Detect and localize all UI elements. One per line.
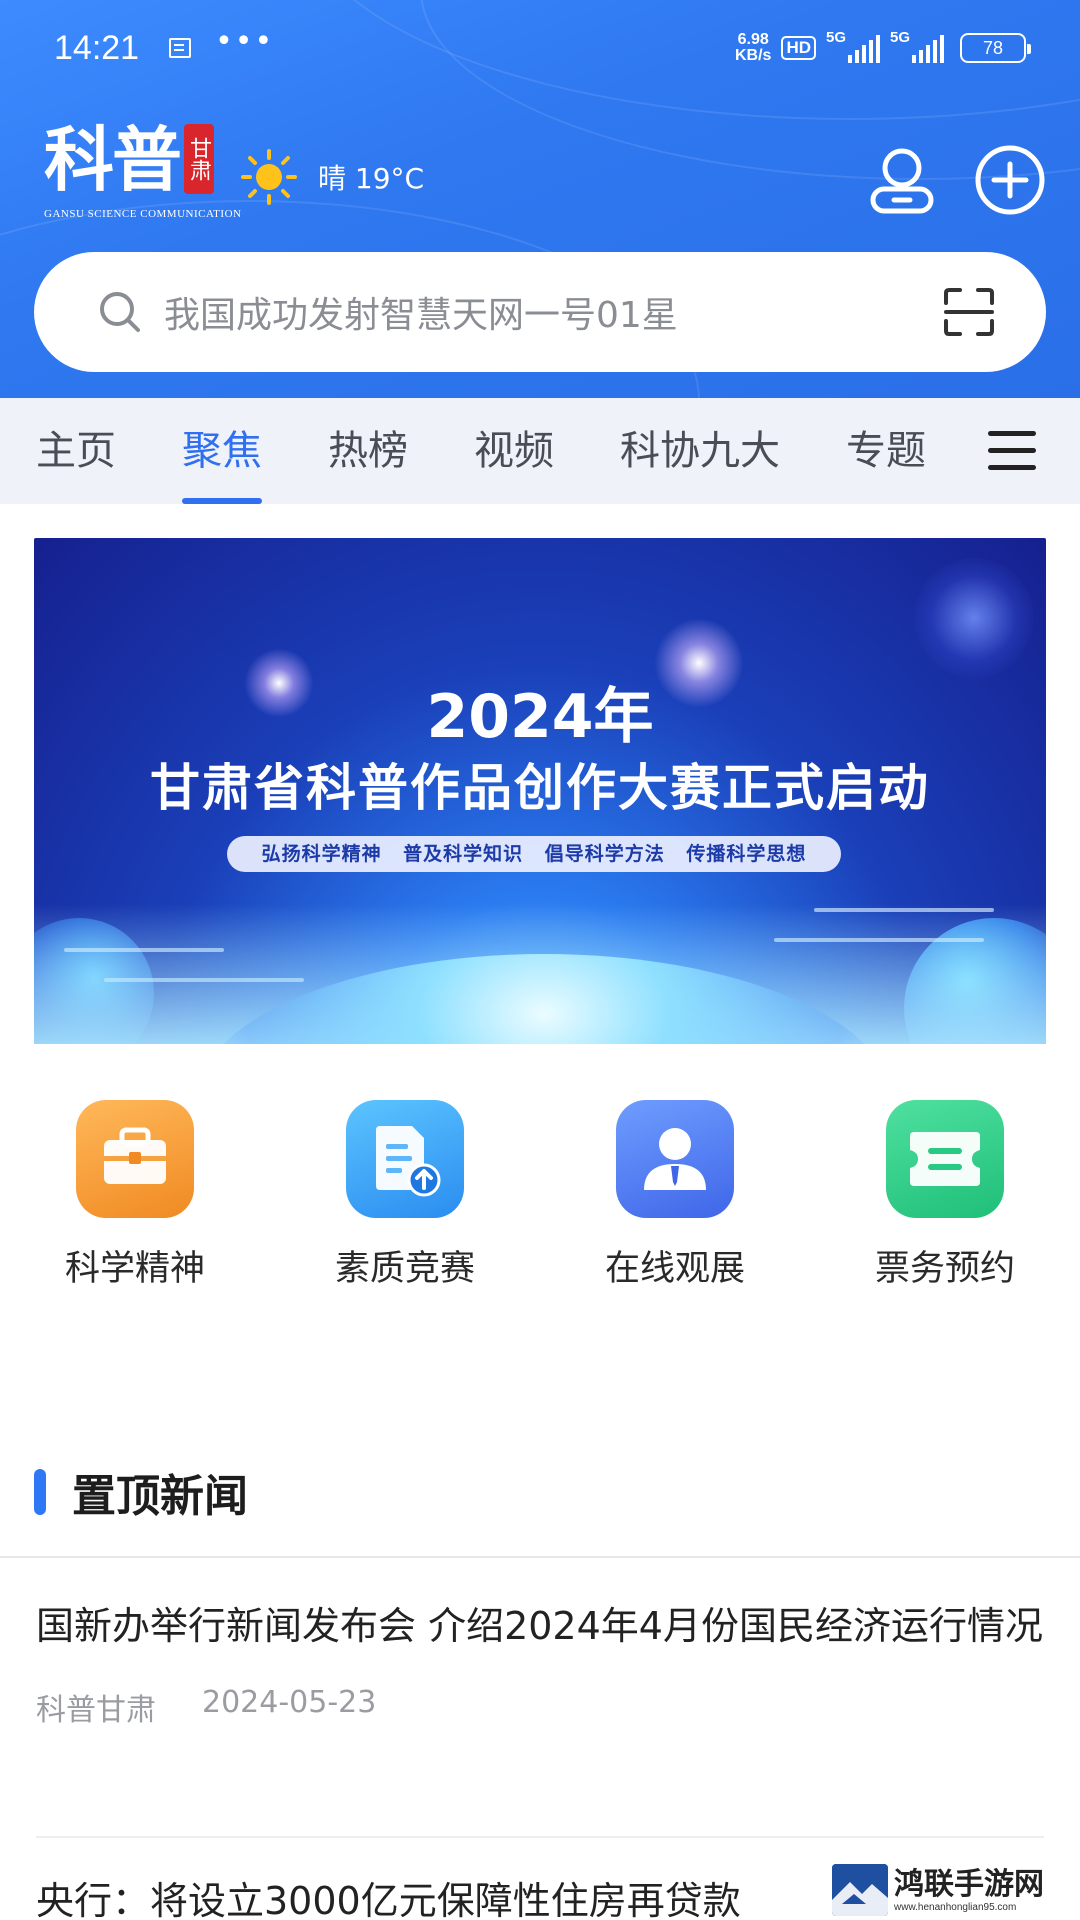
search-bar[interactable]: 我国成功发射智慧天网一号01星 [34, 252, 1046, 372]
banner-slogan: 弘扬科学精神 普及科学知识 倡导科学方法 传播科学思想 [227, 836, 841, 872]
ticket-icon [886, 1100, 1004, 1218]
weather-text: 晴 19°C [318, 162, 425, 195]
category-tabs: 主页 聚焦 热榜 视频 科协九大 专题 [0, 398, 1080, 504]
quick-entry-online-exhibition[interactable]: 在线观展 [540, 1100, 810, 1291]
banner-year: 2024年 [426, 682, 654, 752]
news-date: 2024-05-23 [202, 1685, 377, 1720]
header: 14:21 ••• 6.98 KB/s HD 5G 5G 78 科普 甘肃 GA… [0, 0, 1080, 398]
watermark-name: 鸿联手游网 [894, 1866, 1044, 1902]
divider [36, 1836, 1044, 1838]
tab-special-topics[interactable]: 专题 [846, 398, 926, 504]
tab-focus[interactable]: 聚焦 [182, 398, 262, 504]
notification-icon [169, 38, 192, 58]
scan-icon[interactable] [942, 287, 996, 337]
document-upload-icon [346, 1100, 464, 1218]
battery-icon: 78 [960, 33, 1031, 63]
section-title: 置顶新闻 [72, 1471, 248, 1522]
sun-icon [240, 148, 298, 206]
weather-widget[interactable]: 晴 19°C [240, 148, 424, 206]
news-source: 科普甘肃 [36, 1693, 156, 1728]
quick-entry-label: 素质竞赛 [334, 1249, 475, 1289]
signal-icon: 5G [890, 29, 944, 63]
signal-label: 5G [826, 29, 847, 46]
watermark-logo-icon [832, 1864, 888, 1916]
tab-video[interactable]: 视频 [474, 398, 554, 504]
status-bar: 14:21 ••• 6.98 KB/s HD 5G 5G 78 [0, 0, 1080, 96]
network-speed-unit: KB/s [734, 47, 772, 64]
search-icon [100, 292, 140, 332]
section-marker [34, 1469, 46, 1515]
quick-entry-quality-contest[interactable]: 素质竞赛 [270, 1100, 540, 1291]
news-title[interactable]: 国新办举行新闻发布会 介绍2024年4月份国民经济运行情况 [36, 1593, 1046, 1659]
add-button[interactable] [974, 144, 1046, 216]
app-logo: 科普 甘肃 GANSU SCIENCE COMMUNICATION [44, 118, 242, 221]
briefcase-icon [76, 1100, 194, 1218]
brand-seal: 甘肃 [184, 124, 214, 194]
plus-circle-icon [975, 145, 1045, 215]
quick-entries: 科学精神 素质竞赛 在线观展 票务预约 [0, 1100, 1080, 1291]
watermark: 鸿联手游网 www.henanhonglian95.com [832, 1860, 1080, 1920]
divider [0, 1556, 1080, 1558]
tab-congress[interactable]: 科协九大 [620, 398, 780, 504]
watermark-url: www.henanhonglian95.com [894, 1901, 1017, 1913]
section-header: 置顶新闻 [34, 1460, 248, 1524]
tab-hot-list[interactable]: 热榜 [328, 398, 408, 504]
promo-banner[interactable]: 2024年 甘肃省科普作品创作大赛正式启动 弘扬科学精神 普及科学知识 倡导科学… [34, 538, 1046, 1044]
menu-icon[interactable] [988, 431, 1036, 471]
banner-title: 甘肃省科普作品创作大赛正式启动 [150, 759, 930, 817]
user-button[interactable] [866, 144, 938, 216]
user-icon [870, 148, 934, 214]
search-input[interactable]: 我国成功发射智慧天网一号01星 [164, 286, 942, 338]
person-icon [616, 1100, 734, 1218]
battery-level: 78 [982, 37, 1004, 58]
signal-icon: 5G [826, 29, 880, 63]
news-item[interactable]: 国新办举行新闻发布会 介绍2024年4月份国民经济运行情况 科普甘肃 2024-… [36, 1593, 1046, 1729]
tab-home[interactable]: 主页 [36, 398, 116, 504]
tab-list: 主页 聚焦 热榜 视频 科协九大 专题 [0, 398, 940, 504]
brand-subtitle: GANSU SCIENCE COMMUNICATION [44, 208, 242, 220]
quick-entry-label: 在线观展 [604, 1249, 745, 1289]
network-speed-value: 6.98 [737, 31, 769, 48]
banner-decoration [914, 558, 1034, 678]
quick-entry-label: 科学精神 [64, 1249, 205, 1289]
brand-title: 科普 [44, 118, 182, 201]
hd-badge: HD [781, 36, 816, 60]
quick-entry-science-spirit[interactable]: 科学精神 [0, 1100, 270, 1291]
quick-entry-ticket-booking[interactable]: 票务预约 [810, 1100, 1080, 1291]
news-meta: 科普甘肃 2024-05-23 [36, 1685, 1046, 1729]
quick-entry-label: 票务预约 [874, 1249, 1015, 1289]
more-notifications-icon: ••• [215, 24, 275, 59]
signal-label: 5G [890, 29, 911, 46]
status-time: 14:21 [54, 28, 140, 67]
network-speed: 6.98 KB/s [735, 32, 771, 64]
